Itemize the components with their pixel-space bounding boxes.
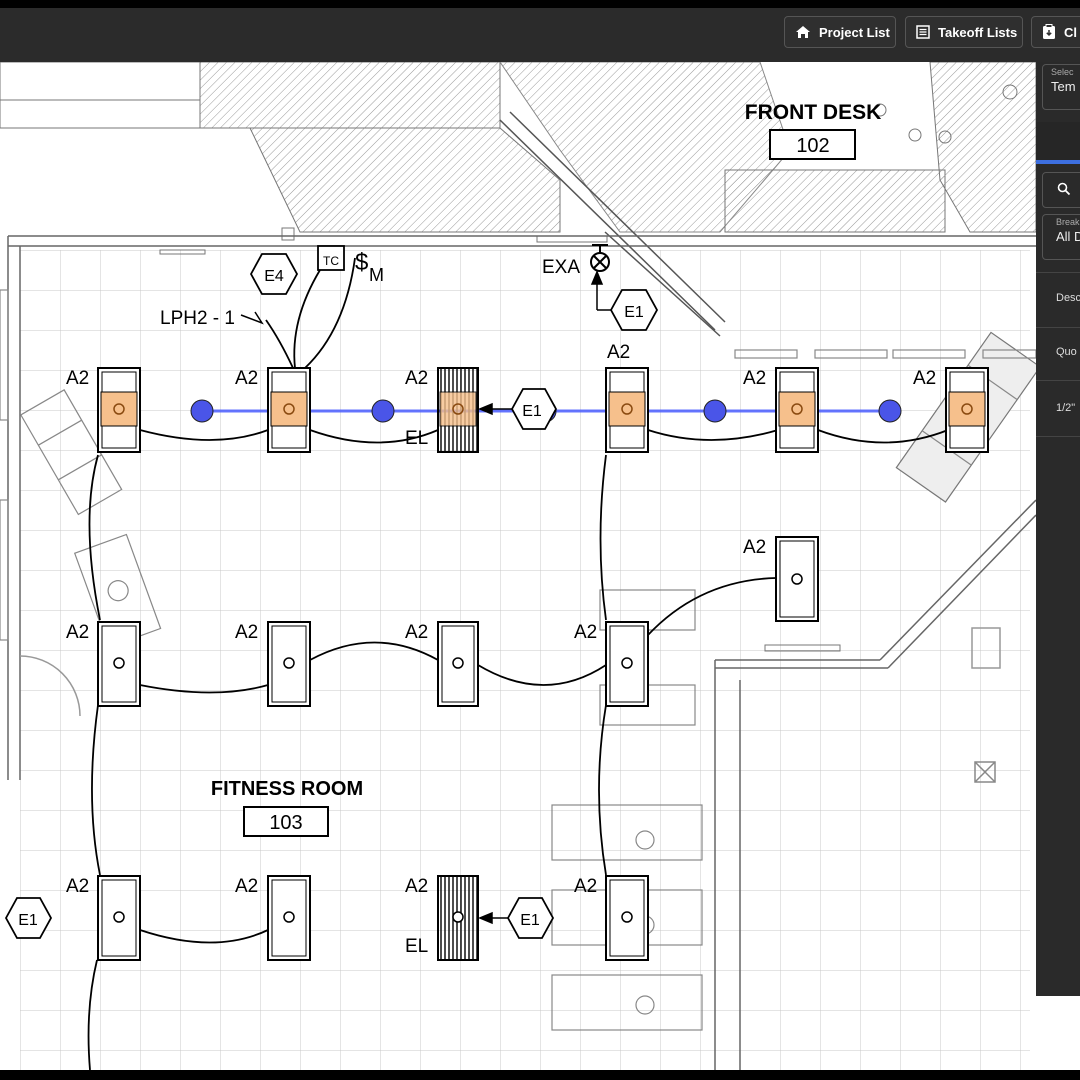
measure-node[interactable] xyxy=(371,399,395,423)
fixture-type-label: A2 xyxy=(743,537,766,558)
fixture[interactable] xyxy=(97,367,141,453)
fixture[interactable] xyxy=(945,367,989,453)
fixture-type-label: A2 xyxy=(405,622,428,643)
fixture[interactable] xyxy=(267,875,311,961)
fixture[interactable] xyxy=(605,367,649,453)
exit-sign-icon[interactable] xyxy=(590,244,610,272)
emergency-label: EL xyxy=(405,428,428,449)
circuit-label: LPH2 - 1 xyxy=(160,308,235,329)
template-select[interactable]: Selec Tem xyxy=(1042,64,1080,110)
switch-sub: M xyxy=(369,265,384,285)
divider xyxy=(1036,327,1080,328)
measure-node[interactable] xyxy=(703,399,727,423)
fixture-type-label: A2 xyxy=(405,876,428,897)
fixture[interactable] xyxy=(605,621,649,707)
list-icon xyxy=(916,25,930,39)
fixture[interactable] xyxy=(97,621,141,707)
breakdown-select[interactable]: Break All D xyxy=(1042,214,1080,260)
fixture-type-label: A2 xyxy=(235,368,258,389)
fixture-type-label: A2 xyxy=(235,876,258,897)
switch-symbol: $ xyxy=(355,249,368,276)
project-list-button[interactable]: Project List xyxy=(784,16,896,48)
template-select-value: Tem xyxy=(1051,79,1076,94)
fixture[interactable] xyxy=(97,875,141,961)
fixture-type-label: A2 xyxy=(743,368,766,389)
takeoff-lists-button[interactable]: Takeoff Lists xyxy=(905,16,1023,48)
fixture-type-label: A2 xyxy=(235,622,258,643)
fixture[interactable] xyxy=(267,621,311,707)
fixture-type-label: A2 xyxy=(574,622,597,643)
e1-label: E1 xyxy=(522,403,542,420)
tc-label: TC xyxy=(323,254,339,268)
fixture[interactable] xyxy=(605,875,649,961)
home-icon xyxy=(796,26,810,38)
exit-label: EXA xyxy=(542,257,580,278)
emergency-label: EL xyxy=(405,936,428,957)
emergency-fixture[interactable] xyxy=(437,367,479,453)
divider xyxy=(1036,380,1080,381)
breakdown-select-value: All D xyxy=(1056,229,1080,244)
room-number: 103 xyxy=(269,812,302,834)
clipboard-icon xyxy=(1043,24,1055,39)
e1-label: E1 xyxy=(18,912,38,929)
drawing-canvas[interactable]: FRONT DESK 102 FITNESS ROOM 103 E4 TC $ … xyxy=(0,62,1036,1070)
fixture-type-label: A2 xyxy=(405,368,428,389)
template-select-label: Selec xyxy=(1051,67,1074,77)
fixture-type-label: A2 xyxy=(66,622,89,643)
top-toolbar: Project List Takeoff Lists Cl xyxy=(0,0,1080,62)
room-name: FITNESS ROOM xyxy=(211,778,363,800)
search-input[interactable] xyxy=(1042,172,1080,208)
floor-plan: FRONT DESK 102 FITNESS ROOM 103 E4 TC $ … xyxy=(0,62,1036,1070)
fixture-type-label: A2 xyxy=(574,876,597,897)
takeoff-lists-label: Takeoff Lists xyxy=(938,24,1018,40)
room-name: FRONT DESK xyxy=(745,101,882,124)
table-row[interactable]: 1/2" xyxy=(1036,402,1080,422)
fixture-type-label: A2 xyxy=(66,368,89,389)
measure-node[interactable] xyxy=(190,399,214,423)
clipboard-button[interactable]: Cl xyxy=(1031,16,1080,48)
divider xyxy=(1036,272,1080,273)
clipboard-label: Cl xyxy=(1064,24,1077,40)
fixture[interactable] xyxy=(267,367,311,453)
description-column-header[interactable]: Desc xyxy=(1036,292,1080,312)
e4-label: E4 xyxy=(264,268,284,285)
canvas-corner xyxy=(1036,996,1080,1070)
divider xyxy=(1036,436,1080,437)
quantity-column-header[interactable]: Quo xyxy=(1036,346,1080,366)
e1-label: E1 xyxy=(520,912,540,929)
measure-node[interactable] xyxy=(878,399,902,423)
emergency-fixture[interactable] xyxy=(437,875,479,961)
fixture[interactable] xyxy=(775,536,819,622)
room-number: 102 xyxy=(796,135,829,157)
fixture-type-label: A2 xyxy=(607,342,630,363)
fixture-type-label: A2 xyxy=(66,876,89,897)
side-panel: Selec Tem Break All D Desc Quo 1/2" xyxy=(1036,62,1080,996)
fixture-type-label: A2 xyxy=(913,368,936,389)
active-tab-indicator xyxy=(1036,160,1080,164)
project-list-label: Project List xyxy=(819,24,890,40)
search-icon xyxy=(1057,182,1071,196)
fixture[interactable] xyxy=(437,621,479,707)
panel-spacer xyxy=(1036,122,1080,162)
breakdown-select-label: Break xyxy=(1056,217,1080,227)
e1-label: E1 xyxy=(624,304,644,321)
bottom-bar xyxy=(0,1070,1080,1080)
fixture[interactable] xyxy=(775,367,819,453)
